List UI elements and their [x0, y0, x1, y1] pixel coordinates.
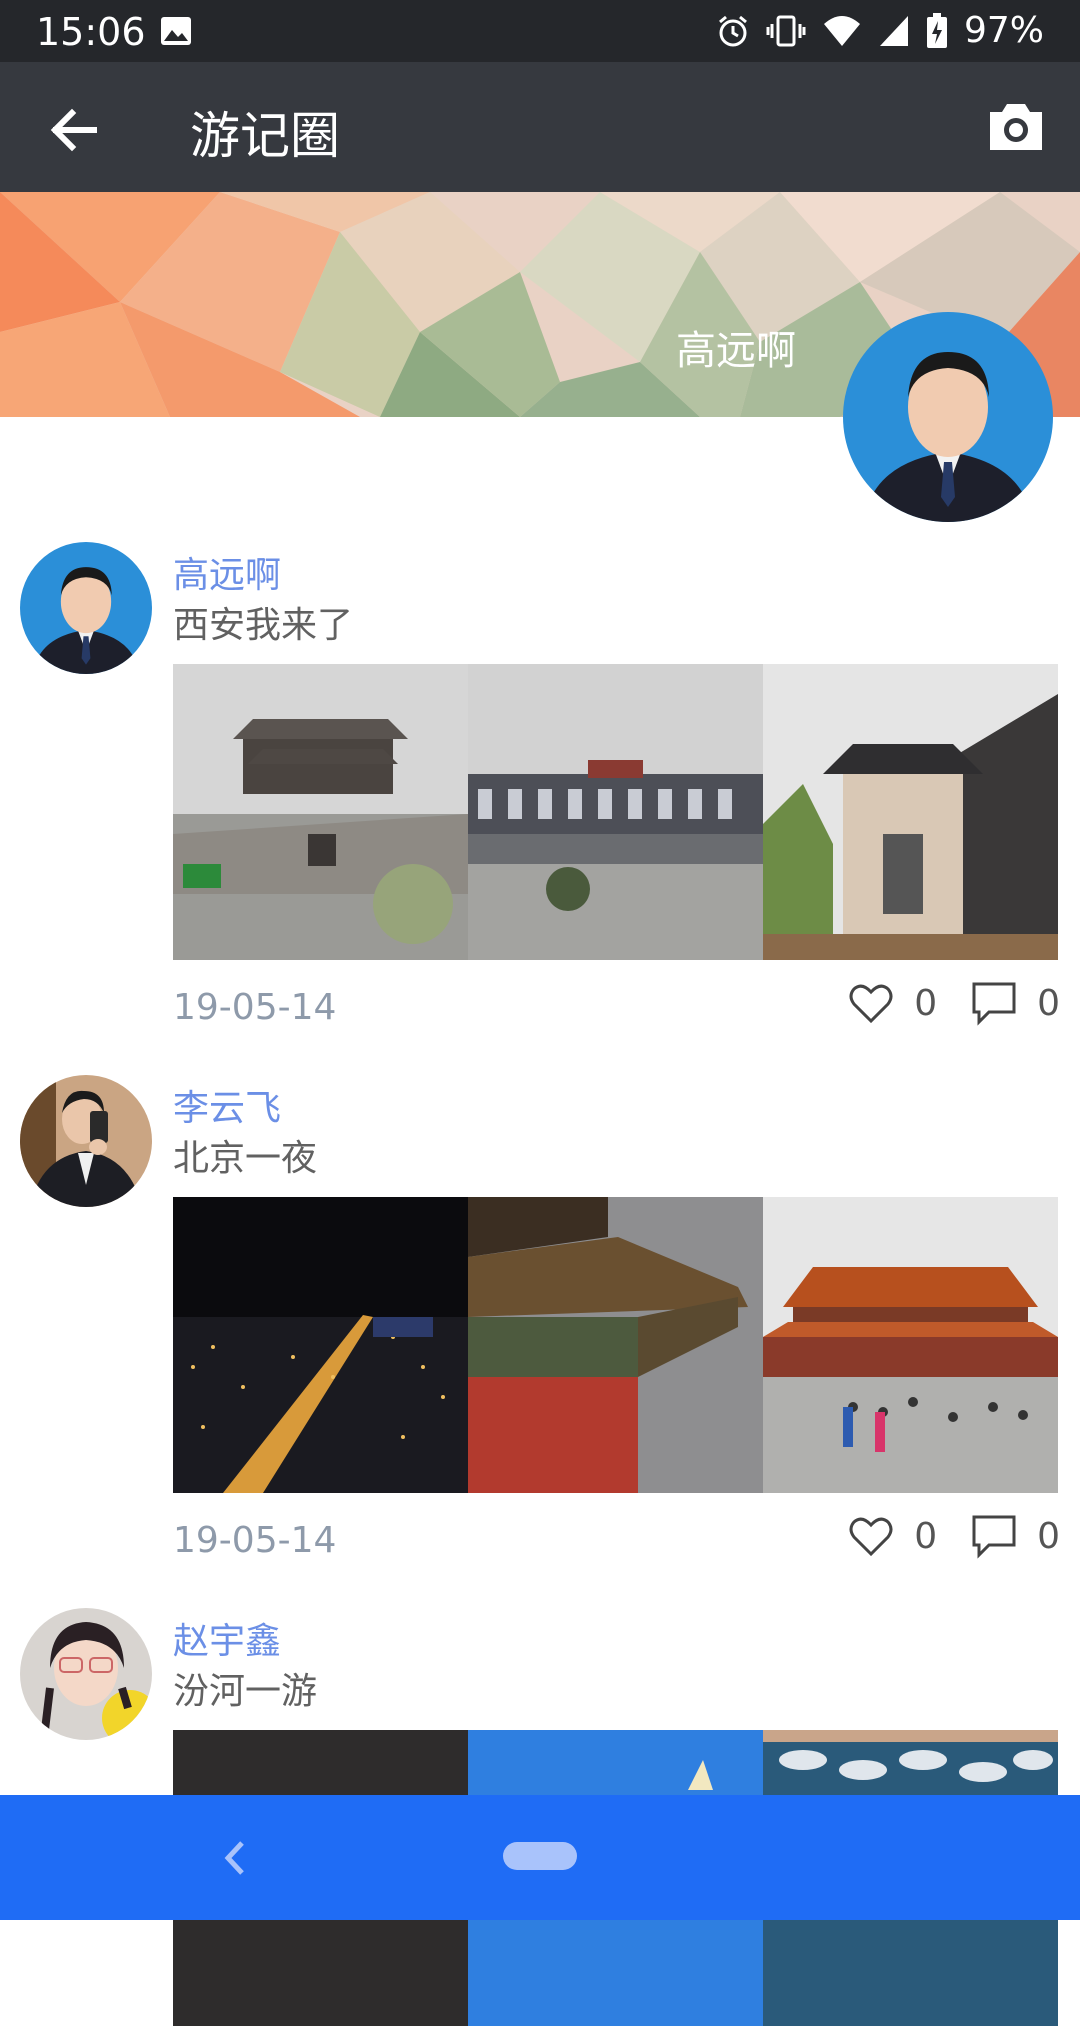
nav-back-icon[interactable] — [220, 1839, 250, 1877]
arrow-left-icon[interactable] — [42, 98, 106, 162]
avatar[interactable] — [20, 542, 152, 674]
post-date: 19-05-14 — [173, 1520, 337, 1561]
status-bar: 15:06 97% — [0, 0, 1080, 62]
comment-icon[interactable] — [971, 980, 1017, 1026]
post-author[interactable]: 赵宇鑫 — [173, 1612, 281, 1664]
profile-avatar[interactable] — [843, 312, 1053, 522]
post-author[interactable]: 高远啊 — [173, 546, 281, 598]
avatar[interactable] — [20, 1608, 152, 1740]
post-photo[interactable] — [468, 664, 763, 960]
comment-count: 0 — [1037, 1515, 1060, 1557]
post-photo[interactable] — [173, 1197, 468, 1493]
vibrate-icon — [766, 15, 806, 46]
battery-charging-icon — [926, 12, 947, 48]
comment-count: 0 — [1037, 982, 1060, 1024]
app-bar: 游记圈 — [0, 62, 1080, 192]
comment-icon[interactable] — [971, 1513, 1017, 1559]
alarm-icon — [719, 15, 747, 46]
post-text: 北京一夜 — [173, 1138, 318, 1179]
photo-grid — [173, 664, 1059, 960]
post-photo[interactable] — [763, 1197, 1058, 1493]
like-count: 0 — [914, 1515, 938, 1557]
photo-grid — [173, 1197, 1059, 1493]
signal-icon — [879, 15, 908, 46]
battery-percent: 97% — [963, 10, 1044, 51]
post-actions: 0 0 — [848, 1513, 1060, 1559]
status-time: 15:06 — [36, 10, 146, 54]
status-icons: 97% — [716, 10, 1044, 51]
page-title: 游记圈 — [190, 107, 340, 165]
post-text: 西安我来了 — [173, 605, 354, 646]
avatar[interactable] — [20, 1075, 152, 1207]
post-author[interactable]: 李云飞 — [173, 1079, 281, 1131]
post-photo[interactable] — [763, 664, 1058, 960]
post-photo[interactable] — [173, 664, 468, 960]
image-icon — [161, 17, 191, 45]
nav-home-pill[interactable] — [503, 1842, 577, 1870]
like-count: 0 — [914, 982, 938, 1024]
profile-name: 高远啊 — [676, 328, 796, 374]
post-actions: 0 0 — [848, 980, 1060, 1026]
post-date: 19-05-14 — [173, 987, 337, 1028]
wifi-icon — [823, 15, 860, 46]
post-photo[interactable] — [468, 1197, 763, 1493]
heart-icon[interactable] — [848, 980, 894, 1026]
camera-icon[interactable] — [986, 100, 1046, 154]
system-nav-bar — [0, 1795, 1080, 1920]
post-text: 汾河一游 — [173, 1671, 318, 1712]
heart-icon[interactable] — [848, 1513, 894, 1559]
